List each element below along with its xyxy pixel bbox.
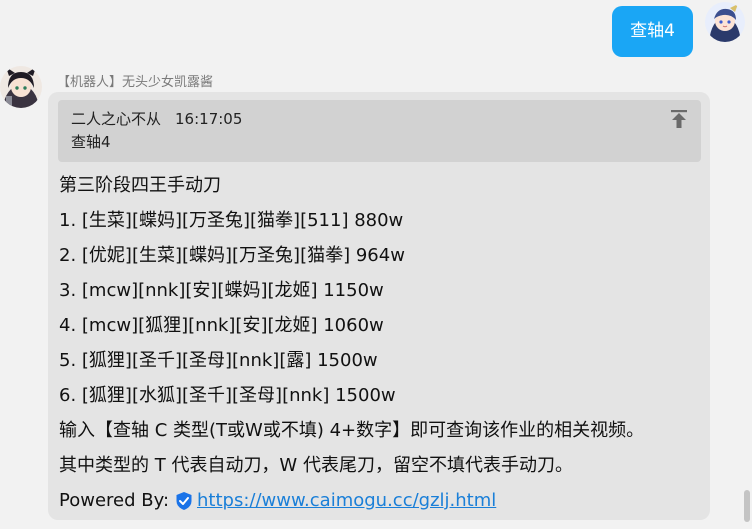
quote-header: 二人之心不从 16:17:05 bbox=[71, 108, 242, 129]
message-line: 3. [mcw][nnk][安][蝶妈][龙姬] 1150w bbox=[59, 280, 384, 301]
powered-by-row: Powered By: https://www.caimogu.cc/gzlj.… bbox=[59, 483, 644, 518]
self-avatar[interactable] bbox=[705, 2, 745, 42]
quote-text: 查轴4 bbox=[71, 133, 111, 151]
message-line: 5. [狐狸][圣千][圣母][nnk][露] 1500w bbox=[59, 350, 378, 371]
self-message-bubble[interactable]: 查轴4 bbox=[612, 6, 693, 57]
website-link[interactable]: https://www.caimogu.cc/gzlj.html bbox=[197, 483, 496, 518]
quote-time: 16:17:05 bbox=[175, 110, 243, 128]
bot-message-body: 第三阶段四王手动刀 1. [生菜][蝶妈][万圣兔][猫拳][511] 880w… bbox=[59, 168, 644, 518]
powered-by-label: Powered By: bbox=[59, 490, 170, 511]
shield-check-icon bbox=[175, 491, 193, 511]
message-line: 第三阶段四王手动刀 bbox=[59, 175, 221, 196]
scrollbar-thumb[interactable] bbox=[744, 490, 750, 522]
message-line: 6. [狐狸][水狐][圣千][圣母][nnk] 1500w bbox=[59, 385, 396, 406]
message-line: 其中类型的 T 代表自动刀，W 代表尾刀，留空不填代表手动刀。 bbox=[59, 455, 573, 476]
bot-message-bubble[interactable]: 二人之心不从 16:17:05 查轴4 第三阶段四王手动刀 1. [生菜][蝶妈]… bbox=[48, 92, 710, 520]
bot-avatar[interactable] bbox=[0, 66, 42, 108]
message-line: 2. [优妮][生菜][蝶妈][万圣兔][猫拳] 964w bbox=[59, 245, 405, 266]
message-line: 1. [生菜][蝶妈][万圣兔][猫拳][511] 880w bbox=[59, 210, 404, 231]
bot-sender-name: 【机器人】无头少女凯露酱 bbox=[57, 75, 214, 90]
self-message-text: 查轴4 bbox=[630, 21, 675, 41]
message-line: 4. [mcw][狐狸][nnk][安][龙姬] 1060w bbox=[59, 315, 384, 336]
quoted-reply[interactable]: 二人之心不从 16:17:05 查轴4 bbox=[58, 100, 701, 162]
quote-author: 二人之心不从 bbox=[71, 110, 162, 128]
message-line: 输入【查轴 C 类型(T或W或不填) 4+数字】即可查询该作业的相关视频。 bbox=[59, 420, 645, 441]
pin-to-top-icon[interactable] bbox=[670, 109, 688, 129]
